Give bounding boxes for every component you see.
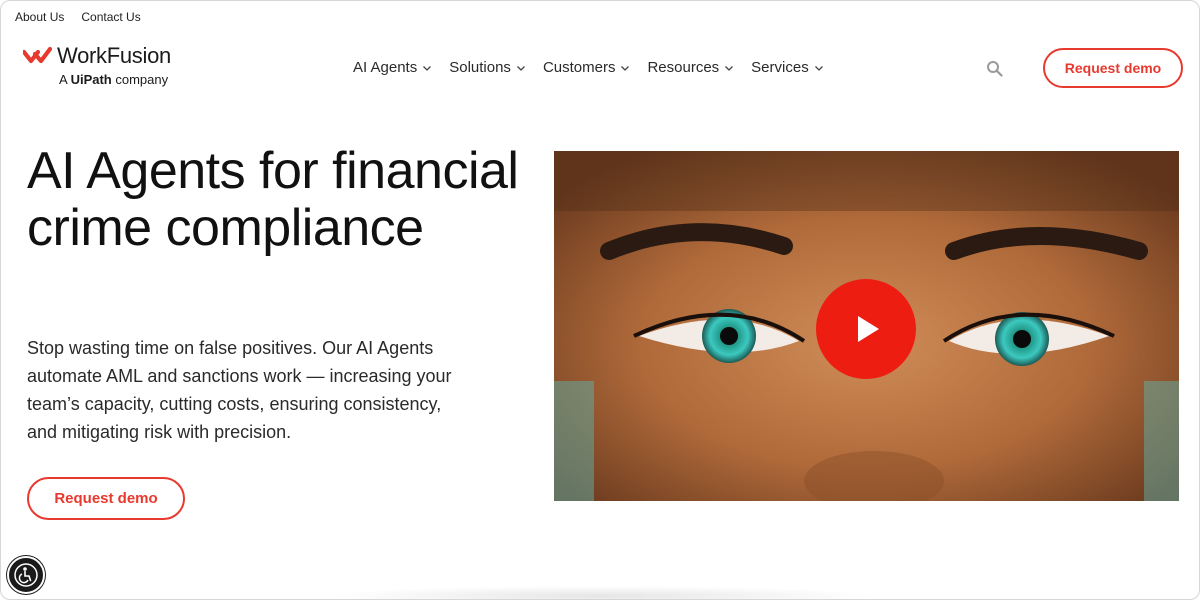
request-demo-hero-button[interactable]: Request demo: [27, 477, 185, 520]
chevron-down-icon: [621, 65, 630, 71]
nav-item-resources[interactable]: Resources: [647, 59, 734, 76]
nav-item-solutions[interactable]: Solutions: [449, 59, 526, 76]
utility-bar: About Us Contact Us: [15, 10, 141, 24]
nav-label: Resources: [647, 59, 720, 76]
nav-label: Services: [751, 59, 809, 76]
nav-label: Customers: [542, 59, 616, 76]
about-us-link[interactable]: About Us: [15, 10, 64, 24]
accessibility-icon: [14, 563, 38, 587]
workfusion-logo[interactable]: WorkFusion A UiPath company: [23, 43, 193, 92]
page: About Us Contact Us WorkFusion A UiPath …: [0, 0, 1200, 600]
logo-wordmark: WorkFusion: [57, 43, 171, 68]
search-icon[interactable]: [986, 60, 1003, 77]
chevron-down-icon: [516, 65, 525, 71]
main-nav: AI Agents Solutions Customers Resources …: [353, 59, 824, 76]
accessibility-button[interactable]: [7, 556, 45, 594]
tagline-brand: UiPath: [70, 72, 112, 87]
nav-label: Solutions: [449, 59, 511, 76]
request-demo-header-button[interactable]: Request demo: [1043, 48, 1183, 88]
nav-label: AI Agents: [353, 59, 418, 76]
workfusion-logo-mark-icon: [23, 46, 53, 64]
chevron-down-icon: [814, 65, 823, 71]
nav-item-customers[interactable]: Customers: [543, 59, 631, 76]
tagline-suffix: company: [111, 72, 169, 87]
hero-title: AI Agents for financial crime compliance: [27, 142, 519, 257]
play-icon: [858, 316, 879, 342]
nav-item-ai-agents[interactable]: AI Agents: [353, 59, 432, 76]
chevron-down-icon: [725, 65, 734, 71]
nav-item-services[interactable]: Services: [751, 59, 824, 76]
tagline-prefix: A: [59, 72, 71, 87]
chevron-down-icon: [423, 65, 432, 71]
hero-video[interactable]: [554, 151, 1179, 501]
hero-description: Stop wasting time on false positives. Ou…: [27, 338, 452, 442]
play-button[interactable]: [816, 279, 916, 379]
logo-tagline: A UiPath company: [59, 72, 168, 87]
section-divider-shadow: [321, 586, 881, 599]
contact-us-link[interactable]: Contact Us: [81, 10, 140, 24]
